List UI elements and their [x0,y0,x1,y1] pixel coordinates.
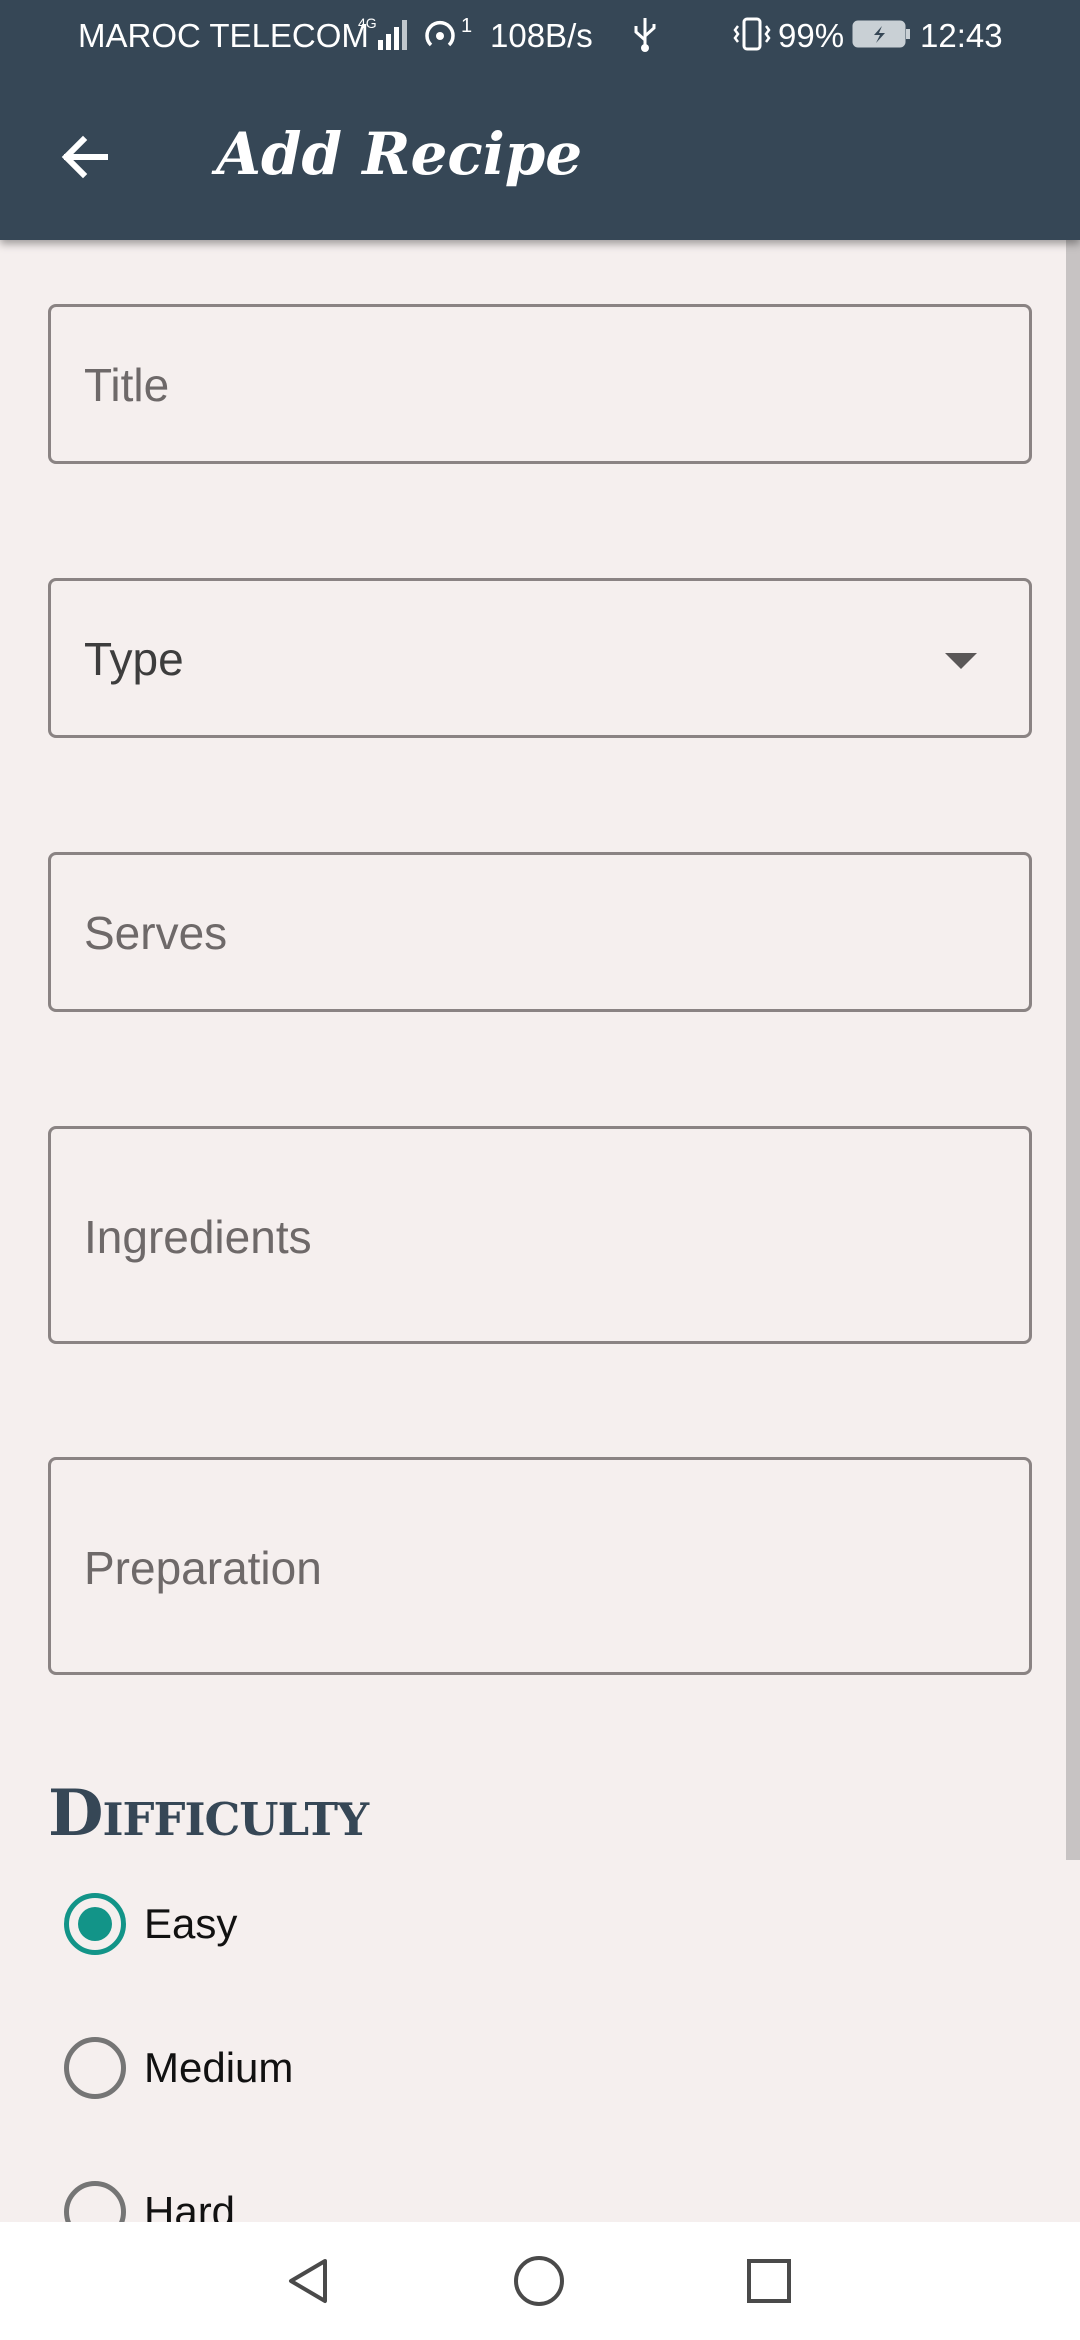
header: MAROC TELECOM 4G 1 108B/s 99% 12:43 Add … [0,0,1080,240]
hotspot-icon [420,14,460,63]
signal-strength-icon: 4G [358,14,416,63]
difficulty-option-label: Medium [144,2044,294,2091]
clock-time: 12:43 [920,17,1003,54]
serves-field[interactable]: Serves [48,852,1032,1012]
nav-home-button[interactable] [494,2236,584,2326]
network-speed: 108B/s [490,17,593,54]
title-field[interactable]: Title [48,304,1032,464]
usb-icon [632,14,658,63]
status-bar: MAROC TELECOM 4G 1 108B/s 99% 12:43 [0,0,1080,72]
app-bar: Add Recipe [0,72,1080,240]
navigation-bar [0,2222,1080,2340]
dropdown-arrow-icon [945,653,977,669]
ingredients-field-label: Ingredients [84,1211,312,1263]
network-type: 4G [358,15,377,31]
ingredients-field[interactable]: Ingredients [48,1126,1032,1344]
hotspot-count: 1 [461,15,473,37]
preparation-field-label: Preparation [84,1542,322,1594]
type-dropdown[interactable]: Type [48,578,1032,738]
battery-charging-icon [852,18,912,59]
title-field-label: Title [84,359,170,411]
type-dropdown-label: Type [84,633,184,685]
vibrate-icon [732,14,772,63]
nav-back-button[interactable] [264,2236,354,2326]
triangle-back-icon [289,2259,327,2303]
nav-recent-apps-button[interactable] [724,2236,814,2326]
difficulty-option-label: Easy [144,1900,238,1947]
circle-home-icon [514,2256,564,2306]
serves-field-label: Serves [84,907,228,959]
difficulty-option-medium[interactable]: Medium [64,2028,564,2108]
page-title: Add Recipe [216,120,583,188]
square-recent-icon [747,2259,791,2303]
radio-unchecked-icon[interactable] [64,2037,126,2099]
arrow-left-icon [61,135,108,179]
radio-checked-icon[interactable] [64,1893,126,1955]
carrier-name: MAROC TELECOM [78,17,369,54]
back-button[interactable] [40,112,130,202]
preparation-field[interactable]: Preparation [48,1457,1032,1675]
difficulty-option-easy[interactable]: Easy [64,1884,564,1964]
difficulty-heading: Difficulty [48,1776,369,1851]
battery-percent: 99% [778,17,845,54]
scrollbar[interactable] [1066,240,1080,1860]
